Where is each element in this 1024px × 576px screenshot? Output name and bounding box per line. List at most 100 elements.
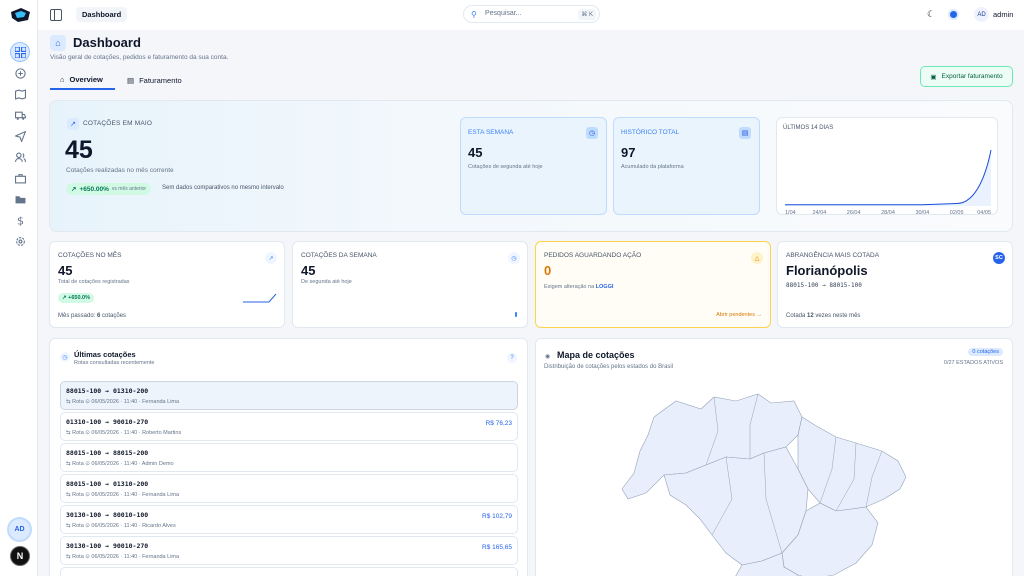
sparkline-tick-label: 04/05 <box>977 210 991 216</box>
sparkline-chart: 1/04 24/04 26/04 28/04 30/04 02/05 04/05 <box>785 149 992 216</box>
clock-icon: ◷ <box>586 127 598 139</box>
home-small-icon: ⌂ <box>60 74 65 84</box>
quote-row[interactable]: 88015-100 → 01310-200 ⇆ Rota ⊙ 06/05/202… <box>60 381 518 410</box>
card-coverage: ABRANGÊNCIA MAIS COTADA SC Florianópolis… <box>777 241 1013 328</box>
card-coverage-foot: Cotada 12 vezes neste mês <box>786 313 861 319</box>
warning-icon: △ <box>751 252 763 264</box>
tab-faturamento[interactable]: ▤ Faturamento <box>125 70 182 90</box>
sidebar-toggle-icon[interactable] <box>50 9 62 21</box>
theme-toggle-icon[interactable]: ☾ <box>927 9 935 20</box>
quote-meta: ⇆ Rota ⊙ 06/05/2026 · 11:40 · Admin Demo <box>66 461 174 467</box>
quote-row[interactable]: 88015-100 → 88015-200 ⇆ Rota ⊙ 06/05/202… <box>60 443 518 472</box>
quotes-title: Últimas cotações <box>74 350 136 359</box>
nav-send-icon[interactable] <box>11 127 29 145</box>
quote-route: 30130-100 → 90010-270 <box>66 542 149 550</box>
card-month: COTAÇÕES NO MÊS ↗ 45 Total de cotações r… <box>49 241 285 328</box>
export-icon: ▣ <box>930 73 937 81</box>
week-description: Cotações de segunda até hoje <box>468 164 543 170</box>
total-card: HISTÓRICO TOTAL ▤ 97 Acumulado da plataf… <box>613 117 760 215</box>
status-dot[interactable] <box>950 11 957 18</box>
quote-row[interactable] <box>60 567 518 576</box>
quote-price: R$ 76,23 <box>485 420 512 427</box>
map-panel: ◉ Mapa de cotações Distribuição de cotaç… <box>535 338 1013 576</box>
card-week-description: De segunda até hoje <box>301 279 352 285</box>
card-month-value: 45 <box>58 263 73 278</box>
nav-settings-icon[interactable] <box>11 232 29 250</box>
quote-row[interactable]: 30130-100 → 90010-270 ⇆ Rota ⊙ 06/05/202… <box>60 536 518 565</box>
search-icon: ⚲ <box>471 10 477 19</box>
total-description: Acumulado da plataforma <box>621 164 684 170</box>
total-value: 97 <box>621 145 636 160</box>
quote-route: 88015-100 → 01310-200 <box>66 480 149 488</box>
sparkline-area <box>785 150 991 206</box>
footer-badge[interactable]: N <box>10 546 30 566</box>
sparkline-tick-label: 30/04 <box>915 210 929 216</box>
quote-row[interactable]: 30130-100 → 80010-100 ⇆ Rota ⊙ 06/05/202… <box>60 505 518 534</box>
sparkline-card: ÚLTIMOS 14 DIAS 1/04 24/04 26/04 28/04 30/04… <box>776 117 998 216</box>
mini-trend-chart <box>243 293 277 303</box>
nav-dollar-icon[interactable]: $ <box>11 211 29 229</box>
quote-meta: ⇆ Rota ⊙ 06/05/2026 · 11:40 · Fernanda L… <box>66 492 180 498</box>
quote-meta: ⇆ Rota ⊙ 06/05/2026 · 11:40 · Roberto Ma… <box>66 430 182 436</box>
page-title: Dashboard <box>73 35 141 50</box>
page-subtitle: Visão geral de cotações, pedidos e fatur… <box>50 54 229 61</box>
receipt-icon: ▤ <box>127 75 135 85</box>
search-placeholder: Pesquisar... <box>485 10 522 17</box>
clock-icon: ◷ <box>508 252 520 264</box>
search-input[interactable]: ⚲ Pesquisar... ⌘ K <box>463 5 600 23</box>
sparkline-tick-label: 24/04 <box>812 210 826 216</box>
card-week-label: COTAÇÕES DA SEMANA <box>301 252 377 259</box>
open-pending-link[interactable]: Abrir pendentes → <box>716 312 762 318</box>
sidebar: $ AD N <box>0 0 38 576</box>
week-label: ESTA SEMANA <box>468 129 514 136</box>
card-coverage-city: Florianópolis <box>786 263 868 278</box>
card-coverage-label: ABRANGÊNCIA MAIS COTADA <box>786 252 880 259</box>
quote-row[interactable]: 88015-100 → 01310-200 ⇆ Rota ⊙ 06/05/202… <box>60 474 518 503</box>
quote-meta: ⇆ Rota ⊙ 06/05/2026 · 11:40 · Fernanda L… <box>66 399 180 405</box>
nav-folder-icon[interactable] <box>11 190 29 208</box>
card-week: COTAÇÕES DA SEMANA ◷ 45 De segunda até h… <box>292 241 528 328</box>
help-icon[interactable]: ? <box>507 353 517 363</box>
map-region-northeast <box>797 416 907 512</box>
brazil-map <box>621 393 907 576</box>
week-card: ESTA SEMANA ◷ 45 Cotações de segunda até… <box>460 117 607 215</box>
quote-price: R$ 102,79 <box>482 513 512 520</box>
user-avatar[interactable]: AD <box>974 7 989 22</box>
loggi-link[interactable]: LOGGI <box>596 284 614 290</box>
map-states-active: 0/27 ESTADOS ATIVOS <box>943 360 1003 366</box>
nav-briefcase-icon[interactable] <box>11 169 29 187</box>
brand-logo[interactable] <box>9 6 31 24</box>
week-value: 45 <box>468 145 483 160</box>
breadcrumb[interactable]: Dashboard <box>76 7 128 22</box>
tab-overview[interactable]: ⌂ Overview <box>50 70 115 90</box>
quote-row[interactable]: 01310-100 → 90010-270 ⇆ Rota ⊙ 06/05/202… <box>60 412 518 441</box>
quote-route: 01310-100 → 90010-270 <box>66 418 149 426</box>
comparison-note: Sem dados comparativos no mesmo interval… <box>162 185 284 191</box>
map-pin-icon: ◉ <box>545 354 551 360</box>
state-badge: SC <box>993 252 1005 264</box>
trend-icon: ↗ <box>67 118 79 130</box>
card-month-change: ↗ +650.0% <box>58 293 95 303</box>
nav-users-icon[interactable] <box>11 148 29 166</box>
home-icon: ⌂ <box>50 35 66 51</box>
user-name[interactable]: admin <box>993 10 1013 19</box>
map-count-badge: 0 cotações <box>968 348 1003 356</box>
nav-quotes-icon[interactable] <box>11 64 29 82</box>
quote-route: 88015-100 → 88015-200 <box>66 449 149 457</box>
card-pending: PEDIDOS AGUARDANDO AÇÃO △ 0 Exigem alter… <box>535 241 771 328</box>
quote-meta: ⇆ Rota ⊙ 06/05/2026 · 11:40 · Ricardo Al… <box>66 523 176 529</box>
sidebar-avatar[interactable]: AD <box>9 519 30 540</box>
trend-icon: ↗ <box>265 252 277 264</box>
nav-truck-icon[interactable] <box>11 106 29 124</box>
change-badge: ↗ +650.00% vs mês anterior <box>66 183 152 195</box>
sparkline-tick-label: 26/04 <box>847 210 861 216</box>
card-week-value: 45 <box>301 263 316 278</box>
sparkline-tick-label: 1/04 <box>785 210 796 216</box>
nav-map-icon[interactable] <box>11 85 29 103</box>
nav-dashboard-icon[interactable] <box>11 43 29 61</box>
quote-meta: ⇆ Rota ⊙ 06/05/2026 · 11:40 · Fernanda L… <box>66 554 180 560</box>
hero-description: Cotações realizadas no mês corrente <box>66 167 174 174</box>
quotes-panel: ◷ Últimas cotações Rotas consultadas rec… <box>49 338 528 576</box>
card-month-description: Total de cotações registradas <box>58 279 130 285</box>
export-button[interactable]: ▣ Exportar faturamento <box>920 66 1013 87</box>
